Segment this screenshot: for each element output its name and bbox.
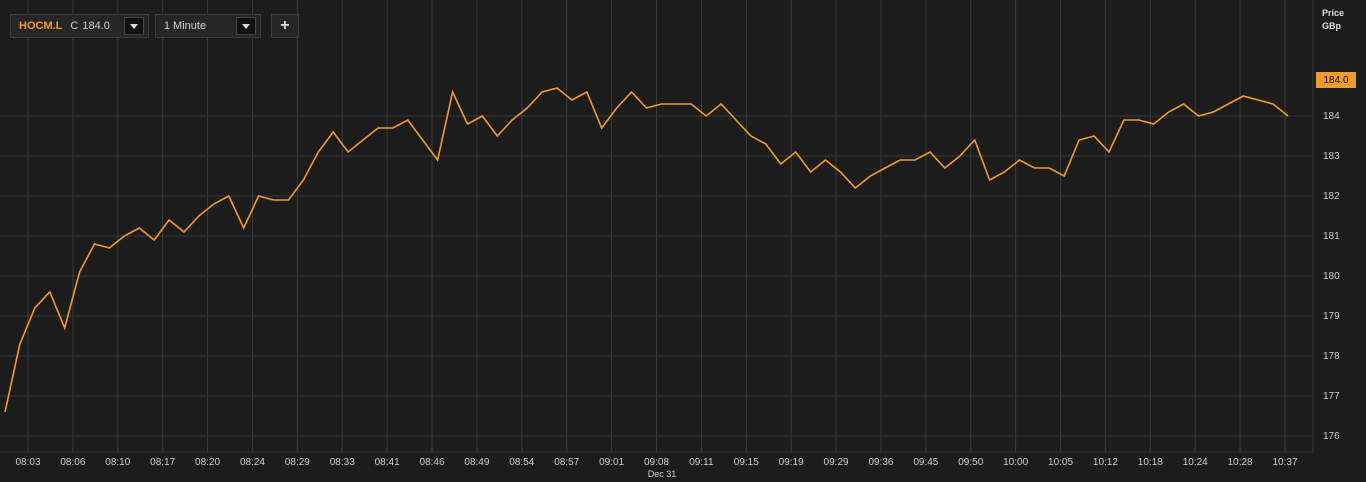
date-label: Dec 31 [648, 469, 677, 479]
x-tick-label: 09:08 [644, 457, 669, 468]
x-tick-label: 10:00 [1003, 457, 1028, 468]
vertical-grid [27, 0, 1286, 452]
y-tick-label: 178 [1323, 351, 1340, 362]
y-tick-label: 177 [1323, 391, 1340, 402]
last-price-badge: 184.0 [1316, 72, 1356, 88]
axis-header-unit: GBp [1322, 21, 1341, 31]
price-chart[interactable]: 176177178179180181182183184 08:03 08:06 08… [0, 0, 1366, 482]
x-tick-label: 10:12 [1093, 457, 1118, 468]
x-tick-label: 10:37 [1272, 457, 1297, 468]
x-tick-label: 10:24 [1183, 457, 1208, 468]
x-tick-label: 08:29 [285, 457, 310, 468]
x-tick-label: 08:49 [464, 457, 489, 468]
x-tick-label: 09:36 [868, 457, 893, 468]
x-tick-label: 09:15 [734, 457, 759, 468]
x-tick-label: 08:33 [330, 457, 355, 468]
x-tick-label: 09:11 [689, 457, 714, 468]
x-tick-label: 10:05 [1048, 457, 1073, 468]
x-tick-label: 09:01 [599, 457, 624, 468]
x-tick-label: 08:20 [195, 457, 220, 468]
x-tick-label: 08:06 [60, 457, 85, 468]
x-tick-label: 08:46 [420, 457, 445, 468]
y-tick-label: 180 [1323, 271, 1340, 282]
axis-header-price: Price [1322, 8, 1345, 18]
x-tick-labels: 08:03 08:06 08:10 08:17 08:20 08:24 08:29 08:33… [15, 457, 1297, 468]
y-tick-label: 179 [1323, 311, 1340, 322]
price-axis-header: Price GBp [1322, 7, 1344, 33]
x-tick-label: 10:28 [1228, 457, 1253, 468]
symbol-name: HOCM.L [19, 20, 63, 32]
y-tick-label: 181 [1323, 231, 1340, 242]
y-tick-label: 176 [1323, 431, 1340, 442]
x-tick-label: 08:10 [105, 457, 130, 468]
close-value: 184.0 [82, 20, 110, 32]
x-tick-label: 08:17 [150, 457, 175, 468]
y-tick-label: 182 [1323, 191, 1340, 202]
interval-label: 1 Minute [163, 20, 207, 32]
y-tick-labels: 176 177 178 179 180 181 182 183 184 [1323, 111, 1340, 442]
y-tick-label: 183 [1323, 151, 1340, 162]
interval-selector[interactable]: 1 Minute [154, 14, 261, 38]
x-tick-label: 08:57 [554, 457, 579, 468]
close-prefix: C [70, 20, 79, 32]
x-tick-label: 09:45 [913, 457, 938, 468]
add-study-button[interactable]: + [270, 14, 299, 38]
symbol-dropdown-icon[interactable] [123, 17, 144, 35]
interval-dropdown-icon[interactable] [235, 17, 256, 35]
price-series-line [4, 87, 1289, 413]
x-tick-label: 08:24 [240, 457, 265, 468]
x-tick-label: 08:03 [15, 457, 40, 468]
x-tick-label: 08:41 [375, 457, 400, 468]
x-tick-label: 09:50 [958, 457, 983, 468]
chart-toolbar: HOCM.L C 184.0 1 Minute + [10, 14, 299, 38]
symbol-selector[interactable]: HOCM.L C 184.0 [10, 14, 149, 38]
x-tick-label: 09:19 [779, 457, 804, 468]
x-tick-label: 08:54 [509, 457, 534, 468]
x-tick-label: 09:29 [824, 457, 849, 468]
y-tick-label: 184 [1323, 111, 1340, 122]
x-tick-label: 10:18 [1138, 457, 1163, 468]
